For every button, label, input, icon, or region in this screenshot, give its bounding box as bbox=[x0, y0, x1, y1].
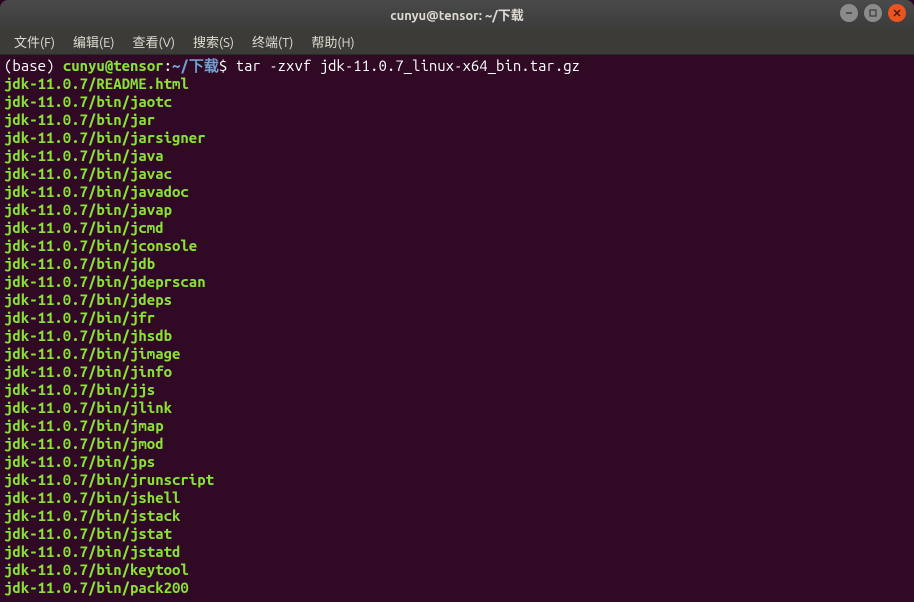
terminal-output: jdk-11.0.7/README.htmljdk-11.0.7/bin/jao… bbox=[4, 75, 910, 597]
output-line: jdk-11.0.7/bin/jaotc bbox=[4, 93, 910, 111]
window-controls bbox=[840, 4, 906, 22]
output-line: jdk-11.0.7/bin/jrunscript bbox=[4, 471, 910, 489]
output-line: jdk-11.0.7/README.html bbox=[4, 75, 910, 93]
menu-terminal[interactable]: 终端(T) bbox=[244, 29, 301, 54]
menu-help[interactable]: 帮助(H) bbox=[303, 29, 362, 54]
prompt-userhost: cunyu@tensor bbox=[63, 57, 164, 74]
menu-view[interactable]: 查看(V) bbox=[125, 29, 183, 54]
minimize-icon bbox=[845, 9, 853, 17]
output-line: jdk-11.0.7/bin/jarsigner bbox=[4, 129, 910, 147]
output-line: jdk-11.0.7/bin/javac bbox=[4, 165, 910, 183]
prompt-line: (base) cunyu@tensor:~/下载$ tar -zxvf jdk-… bbox=[4, 57, 910, 75]
menu-edit[interactable]: 编辑(E) bbox=[65, 29, 122, 54]
prompt-dollar: $ bbox=[219, 57, 236, 74]
output-line: jdk-11.0.7/bin/jinfo bbox=[4, 363, 910, 381]
prompt-path: ~/下载 bbox=[172, 57, 219, 74]
close-button[interactable] bbox=[888, 4, 906, 22]
output-line: jdk-11.0.7/bin/jdeprscan bbox=[4, 273, 910, 291]
prompt-env: (base) bbox=[4, 57, 63, 74]
output-line: jdk-11.0.7/bin/pack200 bbox=[4, 579, 910, 597]
output-line: jdk-11.0.7/bin/jstatd bbox=[4, 543, 910, 561]
menubar: 文件(F) 编辑(E) 查看(V) 搜索(S) 终端(T) 帮助(H) bbox=[0, 28, 914, 55]
output-line: jdk-11.0.7/bin/jconsole bbox=[4, 237, 910, 255]
prompt-colon: : bbox=[164, 57, 172, 74]
output-line: jdk-11.0.7/bin/keytool bbox=[4, 561, 910, 579]
output-line: jdk-11.0.7/bin/javap bbox=[4, 201, 910, 219]
maximize-button[interactable] bbox=[864, 4, 882, 22]
output-line: jdk-11.0.7/bin/jfr bbox=[4, 309, 910, 327]
minimize-button[interactable] bbox=[840, 4, 858, 22]
output-line: jdk-11.0.7/bin/jmap bbox=[4, 417, 910, 435]
output-line: jdk-11.0.7/bin/jimage bbox=[4, 345, 910, 363]
output-line: jdk-11.0.7/bin/jstack bbox=[4, 507, 910, 525]
output-line: jdk-11.0.7/bin/jlink bbox=[4, 399, 910, 417]
output-line: jdk-11.0.7/bin/jcmd bbox=[4, 219, 910, 237]
maximize-icon bbox=[869, 9, 877, 17]
prompt-command: tar -zxvf jdk-11.0.7_linux-x64_bin.tar.g… bbox=[236, 57, 580, 74]
output-line: jdk-11.0.7/bin/jdeps bbox=[4, 291, 910, 309]
output-line: jdk-11.0.7/bin/jhsdb bbox=[4, 327, 910, 345]
output-line: jdk-11.0.7/bin/jps bbox=[4, 453, 910, 471]
output-line: jdk-11.0.7/bin/jstat bbox=[4, 525, 910, 543]
output-line: jdk-11.0.7/bin/jshell bbox=[4, 489, 910, 507]
output-line: jdk-11.0.7/bin/java bbox=[4, 147, 910, 165]
window-title: cunyu@tensor: ~/下载 bbox=[390, 5, 524, 24]
output-line: jdk-11.0.7/bin/jdb bbox=[4, 255, 910, 273]
output-line: jdk-11.0.7/bin/javadoc bbox=[4, 183, 910, 201]
menu-search[interactable]: 搜索(S) bbox=[185, 29, 242, 54]
menu-file[interactable]: 文件(F) bbox=[6, 29, 63, 54]
output-line: jdk-11.0.7/bin/jar bbox=[4, 111, 910, 129]
close-icon bbox=[893, 9, 901, 17]
window-titlebar: cunyu@tensor: ~/下载 bbox=[0, 0, 914, 28]
terminal-area[interactable]: (base) cunyu@tensor:~/下载$ tar -zxvf jdk-… bbox=[0, 55, 914, 602]
output-line: jdk-11.0.7/bin/jjs bbox=[4, 381, 910, 399]
output-line: jdk-11.0.7/bin/jmod bbox=[4, 435, 910, 453]
